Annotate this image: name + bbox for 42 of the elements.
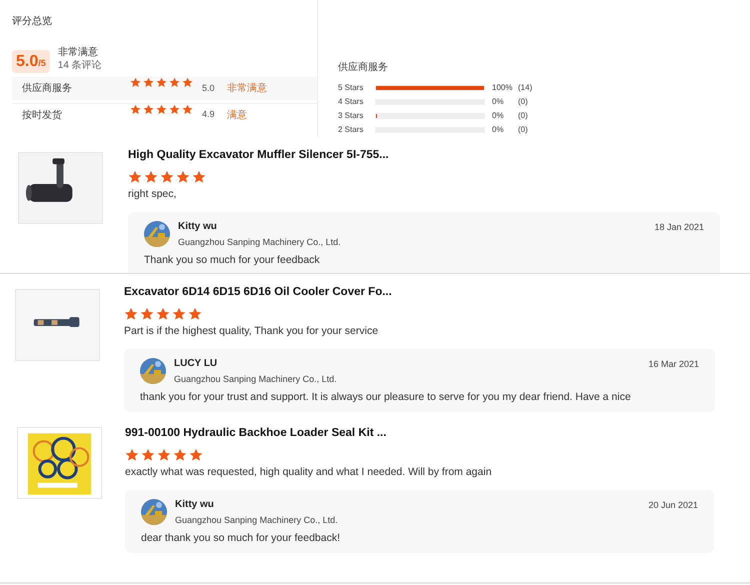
company-name: Guangzhou Sanping Machinery Co., Ltd. <box>175 514 339 526</box>
count-text: (0) <box>518 124 528 136</box>
count-text: (0) <box>518 96 528 108</box>
star-label: 3 Stars <box>338 110 364 122</box>
star-label: 5 Stars <box>338 82 364 94</box>
percent-text: 0% <box>492 96 505 108</box>
company-name: Guangzhou Sanping Machinery Co., Ltd. <box>174 374 338 385</box>
reply-text: Thank you so much for your feedback <box>144 252 321 268</box>
reply-author: Kitty wu <box>175 499 215 512</box>
percent-text: 0% <box>492 124 505 136</box>
product-title[interactable]: High Quality Excavator Muffler Silencer 5I-755... <box>128 147 720 164</box>
score-max: /5 <box>38 57 46 70</box>
percent-text: 0% <box>492 110 505 122</box>
rating-value: 5.0 <box>202 82 216 95</box>
reply-author: LUCY LU <box>174 358 218 370</box>
reply-author: Kitty wu <box>178 221 218 234</box>
count-text: (14) <box>518 82 532 94</box>
section-title: 评分总览 <box>12 14 53 29</box>
reply-date: 20 Jun 2021 <box>648 499 698 512</box>
review-text: exactly what was requested, high quality and what I needed. Will by from again <box>125 465 493 480</box>
score-value: 5.0 <box>16 52 38 72</box>
count-text: (0) <box>518 110 528 122</box>
reply-date: 16 Mar 2021 <box>648 358 699 371</box>
reply-date: 18 Jan 2021 <box>654 221 704 234</box>
review-text: Part is if the highest quality, Thank you for your service <box>124 324 380 340</box>
star-label: 2 Stars <box>338 124 364 136</box>
percent-text: 100% <box>492 82 514 94</box>
rating-verdict: 非常满意 <box>58 47 99 60</box>
rating-label: 按时发货 <box>22 108 63 122</box>
reply-text: thank you for your trust and support. It is always our pleasure to serve for you my dear friend. Have a nice <box>140 390 632 405</box>
company-name: Guangzhou Sanping Machinery Co., Ltd. <box>178 236 342 248</box>
product-title[interactable]: Excavator 6D14 6D15 6D16 Oil Cooler Cover Fo... <box>124 284 715 302</box>
reply-text: dear thank you so much for your feedback! <box>141 530 342 546</box>
review-count: 14 条评论 <box>58 60 102 72</box>
star-label: 4 Stars <box>338 96 364 108</box>
product-title[interactable]: 991-00100 Hydraulic Backhoe Loader Seal Kit ... <box>125 425 714 442</box>
rating-value: 4.9 <box>202 108 216 122</box>
section-title: 供应商服务 <box>338 60 389 75</box>
rating-verdict: 满意 <box>227 108 247 122</box>
review-text: right spec, <box>128 187 178 202</box>
rating-verdict: 非常满意 <box>227 82 267 96</box>
rating-label: 供应商服务 <box>22 82 73 96</box>
